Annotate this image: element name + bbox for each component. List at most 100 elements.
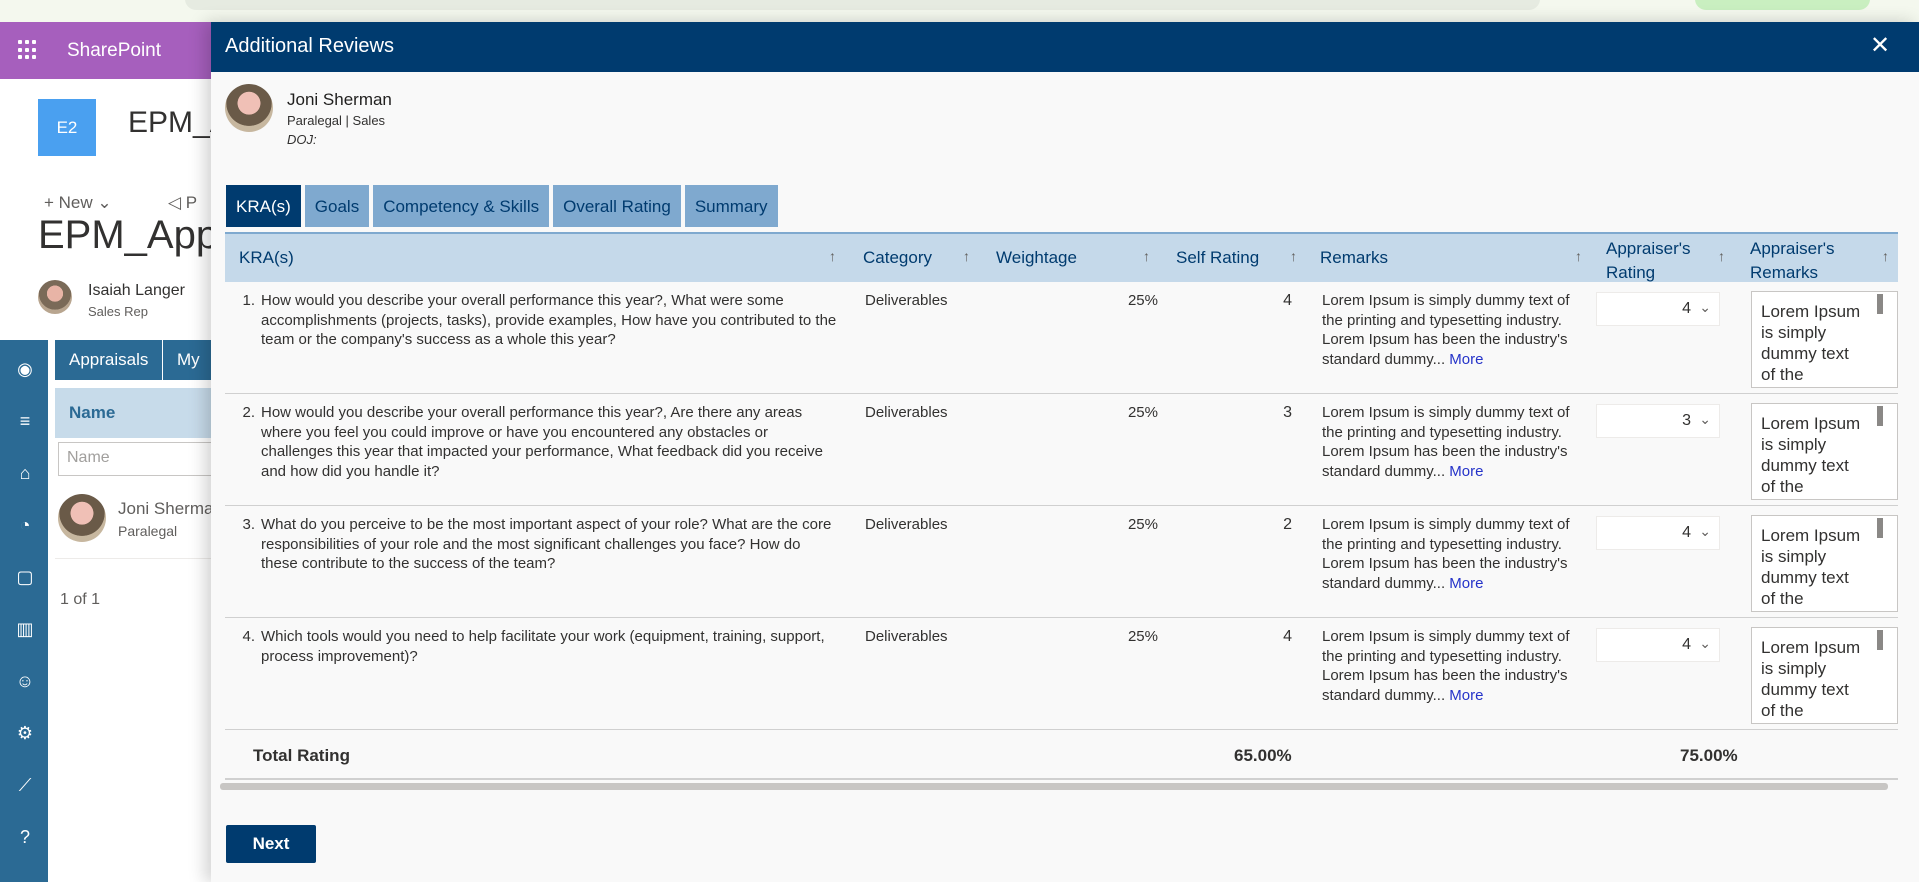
column-header-category[interactable]: Category ↑ — [863, 234, 978, 284]
remarks-value: Lorem Ipsum is simply dummy text of the … — [1322, 403, 1588, 481]
close-icon[interactable]: ✕ — [1867, 33, 1893, 59]
appraiser-remarks-text: Lorem Ipsum is simply dummy text of the — [1761, 526, 1861, 608]
more-link[interactable]: More — [1449, 463, 1483, 480]
site-logo[interactable]: E2 — [38, 99, 96, 156]
textarea-scrollbar[interactable] — [1877, 406, 1883, 426]
chart-icon[interactable]: ▥ — [14, 618, 36, 640]
app-launcher-icon[interactable] — [18, 40, 38, 60]
total-rating-row: Total Rating 65.00% 75.00% — [225, 730, 1898, 780]
remarks-value: Lorem Ipsum is simply dummy text of the … — [1322, 627, 1588, 705]
author-name[interactable]: Isaiah Langer — [88, 282, 185, 300]
tab-summary[interactable]: Summary — [684, 185, 778, 227]
avatar — [38, 280, 72, 314]
avatar — [58, 494, 106, 542]
appraiser-remarks-textarea[interactable]: Lorem Ipsum is simply dummy text of the — [1751, 515, 1898, 612]
tab-appraisals[interactable]: Appraisals — [55, 340, 163, 380]
appraiser-rating-dropdown[interactable]: 4 ⌄ — [1596, 628, 1720, 662]
column-header-weightage[interactable]: Weightage ↑ — [996, 234, 1161, 284]
name-column-header[interactable]: Name — [55, 388, 215, 438]
name-filter-input[interactable]: Name — [58, 442, 218, 476]
more-link[interactable]: More — [1449, 687, 1483, 704]
remarks-text: Lorem Ipsum is simply dummy text of the … — [1322, 292, 1570, 368]
tab-kras[interactable]: KRA(s) — [226, 185, 301, 227]
table-row: 2. How would you describe your overall p… — [225, 394, 1898, 506]
self-rating-value: 4 — [1283, 628, 1292, 645]
column-header-appraiser-remarks[interactable]: Appraiser's Remarks ↑ — [1750, 234, 1898, 284]
tab-goals[interactable]: Goals — [304, 185, 370, 227]
appraiser-rating-dropdown[interactable]: 4 ⌄ — [1596, 516, 1720, 550]
weightage-value: 25% — [1127, 628, 1158, 645]
chevron-down-icon: ⌄ — [1699, 523, 1711, 539]
tab-competency-skills[interactable]: Competency & Skills — [373, 185, 550, 227]
appraiser-remarks-text: Lorem Ipsum is simply dummy text of the — [1761, 302, 1861, 384]
appraiser-rating-dropdown[interactable]: 4 ⌄ — [1596, 292, 1720, 326]
row-number: 4. — [242, 628, 255, 645]
trend-icon[interactable]: ⟋ — [14, 774, 36, 796]
gear-icon[interactable]: ⚙ — [14, 722, 36, 744]
textarea-scrollbar[interactable] — [1877, 294, 1883, 314]
table-header: KRA(s) ↑ Category ↑ Weightage ↑ Self Rat… — [225, 232, 1898, 282]
page-title: EPM_App — [38, 213, 219, 257]
appraiser-remarks-textarea[interactable]: Lorem Ipsum is simply dummy text of the — [1751, 291, 1898, 388]
kra-question: How would you describe your overall perf… — [261, 404, 823, 480]
review-tabs: KRA(s) Goals Competency & Skills Overall… — [226, 185, 778, 227]
new-command[interactable]: + New ⌄ — [44, 193, 112, 213]
sort-arrow-icon[interactable]: ↑ — [1882, 248, 1889, 264]
sort-arrow-icon[interactable]: ↑ — [1143, 248, 1150, 264]
selected-rating: 4 — [1682, 300, 1691, 317]
column-header-self-rating[interactable]: Self Rating ↑ — [1176, 234, 1306, 284]
employee-doj: DOJ: — [287, 132, 317, 147]
appraiser-remarks-textarea[interactable]: Lorem Ipsum is simply dummy text of the — [1751, 627, 1898, 724]
horizontal-scrollbar[interactable] — [220, 783, 1888, 790]
people-settings-icon[interactable]: ☺ — [14, 670, 36, 692]
column-header-appraiser-rating[interactable]: Appraiser's Rating ↑ — [1606, 234, 1736, 284]
help-icon[interactable]: ? — [14, 826, 36, 848]
employee-role: Paralegal | Sales — [287, 113, 386, 128]
new-label: New — [58, 193, 93, 212]
sort-arrow-icon[interactable]: ↑ — [1290, 248, 1297, 264]
sort-arrow-icon[interactable]: ↑ — [1718, 248, 1725, 264]
brand-link[interactable]: SharePoint — [67, 40, 161, 62]
weightage-value: 25% — [1127, 516, 1158, 533]
column-header-kras[interactable]: KRA(s) ↑ — [239, 234, 843, 284]
sort-arrow-icon[interactable]: ↑ — [829, 248, 836, 264]
name-header-label: Name — [69, 403, 116, 422]
promote-command[interactable]: ◁ P — [168, 193, 197, 213]
category-value: Deliverables — [865, 404, 948, 421]
browser-action-button[interactable] — [1695, 0, 1870, 10]
kra-table: KRA(s) ↑ Category ↑ Weightage ↑ Self Rat… — [225, 232, 1898, 780]
column-header-remarks[interactable]: Remarks ↑ — [1320, 234, 1590, 284]
profile-icon[interactable]: ◉ — [14, 358, 36, 380]
more-link[interactable]: More — [1449, 575, 1483, 592]
menu-icon[interactable]: ≡ — [14, 410, 36, 432]
appraiser-rating-dropdown[interactable]: 3 ⌄ — [1596, 404, 1720, 438]
appraiser-remarks-textarea[interactable]: Lorem Ipsum is simply dummy text of the — [1751, 403, 1898, 500]
table-row: 3. What do you perceive to be the most i… — [225, 506, 1898, 618]
table-row: 1. How would you describe your overall p… — [225, 282, 1898, 394]
address-bar[interactable] — [185, 0, 1540, 10]
more-link[interactable]: More — [1449, 351, 1483, 368]
list-item[interactable]: Joni Sherma Paralegal — [55, 487, 215, 559]
self-rating-value: 4 — [1283, 292, 1292, 309]
home-icon[interactable]: ⌂ — [14, 462, 36, 484]
sort-arrow-icon[interactable]: ↑ — [963, 248, 970, 264]
promote-label: P — [185, 193, 198, 212]
column-label: Weightage — [996, 248, 1077, 267]
remarks-value: Lorem Ipsum is simply dummy text of the … — [1322, 515, 1588, 593]
chevron-down-icon: ⌄ — [1699, 635, 1711, 651]
selected-rating: 3 — [1682, 412, 1691, 429]
sort-arrow-icon[interactable]: ↑ — [1575, 248, 1582, 264]
tab-overall-rating[interactable]: Overall Rating — [553, 185, 681, 227]
next-button[interactable]: Next — [226, 825, 316, 863]
column-label: KRA(s) — [239, 248, 294, 267]
category-value: Deliverables — [865, 628, 948, 645]
tab-my-team[interactable]: My T — [163, 340, 211, 380]
textarea-scrollbar[interactable] — [1877, 518, 1883, 538]
table-row: 4. Which tools would you need to help fa… — [225, 618, 1898, 730]
document-icon[interactable]: ▢ — [14, 566, 36, 588]
dashboard-icon[interactable]: ◔ — [14, 514, 36, 536]
textarea-scrollbar[interactable] — [1877, 630, 1883, 650]
kra-question: Which tools would you need to help facil… — [261, 628, 825, 665]
panel-title: Additional Reviews — [225, 35, 394, 57]
category-value: Deliverables — [865, 292, 948, 309]
